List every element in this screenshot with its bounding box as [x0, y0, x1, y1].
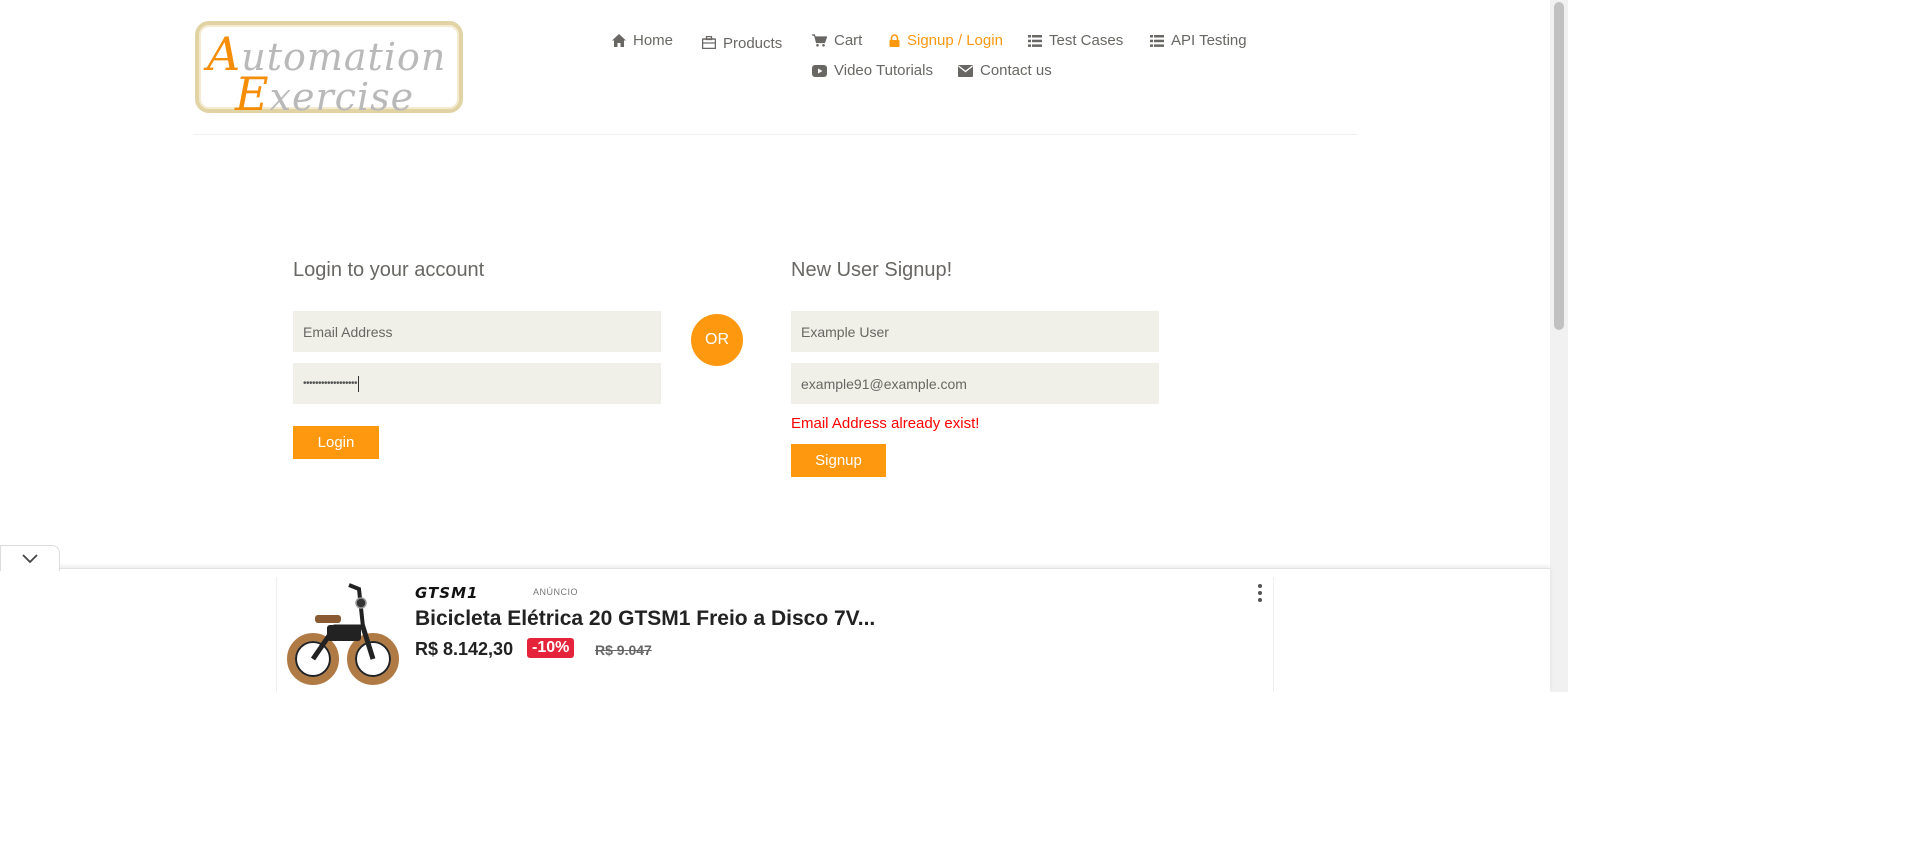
- text-cursor: [358, 375, 360, 392]
- list-icon: [1028, 34, 1042, 47]
- nav-signup-login-label: Signup / Login: [907, 32, 1003, 49]
- envelope-icon: [958, 64, 973, 77]
- logo-line-2: Exercise: [235, 67, 415, 121]
- signup-button[interactable]: Signup: [791, 444, 886, 477]
- vertical-scrollbar[interactable]: [1550, 0, 1568, 692]
- lock-icon: [889, 34, 900, 47]
- ad-collapse-button[interactable]: [0, 545, 60, 571]
- nav-test-cases[interactable]: Test Cases: [1028, 32, 1123, 49]
- nav-signup-login[interactable]: Signup / Login: [889, 32, 1003, 49]
- signup-name-input[interactable]: Example User: [791, 311, 1159, 352]
- scrollbar-thumb[interactable]: [1554, 2, 1564, 330]
- ad-old-price: R$ 9.047: [595, 642, 652, 658]
- ad-sponsored-tag: ANÚNCIO: [533, 587, 579, 597]
- or-divider-badge: OR: [691, 314, 743, 366]
- cart-icon: [812, 34, 827, 47]
- login-button[interactable]: Login: [293, 426, 379, 459]
- nav-test-cases-label: Test Cases: [1049, 32, 1124, 49]
- login-password-input[interactable]: ••••••••••••••••••: [293, 363, 661, 404]
- nav-home-label: Home: [633, 32, 674, 49]
- signup-form-title: New User Signup!: [791, 259, 953, 281]
- login-form-title: Login to your account: [293, 259, 485, 281]
- header-divider: [193, 134, 1357, 135]
- login-email-input[interactable]: [293, 311, 661, 352]
- briefcase-icon: [702, 35, 716, 49]
- nav-contact-us[interactable]: Contact us: [958, 62, 1052, 79]
- site-logo[interactable]: Automation Exercise: [195, 21, 463, 121]
- ad-discount-badge: -10%: [527, 638, 575, 658]
- nav-api-testing[interactable]: API Testing: [1150, 32, 1247, 49]
- ad-product-title[interactable]: Bicicleta Elétrica 20 GTSM1 Freio a Disc…: [415, 607, 875, 631]
- nav-video-tutorials[interactable]: Video Tutorials: [812, 62, 933, 79]
- signup-email-input[interactable]: example91@example.com: [791, 363, 1159, 404]
- electric-bike-image: [287, 583, 399, 685]
- nav-cart[interactable]: Cart: [812, 32, 862, 49]
- youtube-play-icon: [812, 64, 827, 77]
- nav-products[interactable]: Products: [702, 32, 782, 52]
- chevron-down-icon: [22, 553, 38, 563]
- ad-brand-logo: GTSM1: [415, 584, 479, 602]
- nav-contact-us-label: Contact us: [980, 62, 1052, 79]
- signup-name-value: Example User: [801, 323, 889, 340]
- list-icon: [1150, 34, 1164, 47]
- nav-products-label: Products: [723, 35, 783, 52]
- login-password-value: ••••••••••••••••••: [303, 378, 358, 389]
- more-vertical-icon[interactable]: [1255, 583, 1265, 603]
- home-icon: [612, 34, 626, 47]
- ad-price: R$ 8.142,30: [415, 639, 514, 659]
- nav-home[interactable]: Home: [612, 32, 673, 49]
- page: Automation Exercise Home Products Cart S…: [0, 0, 1568, 692]
- nav-cart-label: Cart: [834, 32, 863, 49]
- signup-error-message: Email Address already exist!: [791, 415, 980, 432]
- signup-email-value: example91@example.com: [801, 375, 967, 392]
- ad-card[interactable]: GTSM1 ANÚNCIO Bicicleta Elétrica 20 GTSM…: [276, 577, 1274, 692]
- nav-api-testing-label: API Testing: [1171, 32, 1247, 49]
- nav-video-tutorials-label: Video Tutorials: [834, 62, 933, 79]
